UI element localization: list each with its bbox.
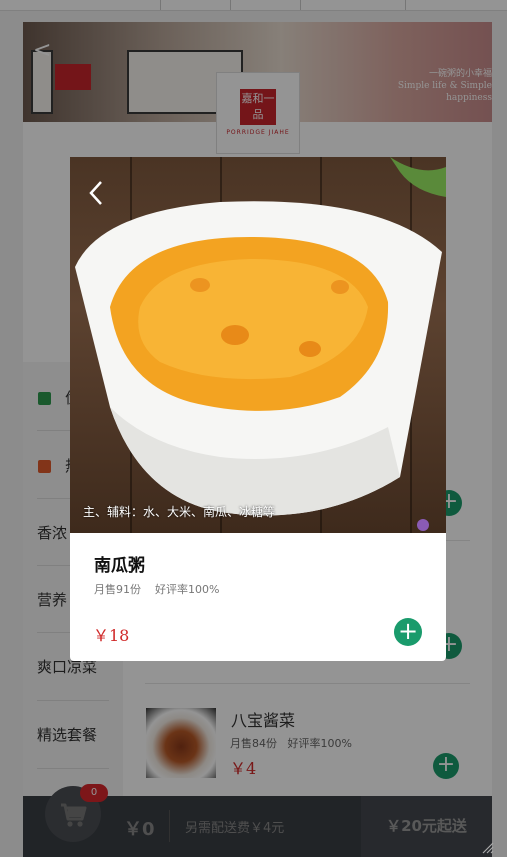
popup-dish-rating: 好评率100% [155, 583, 220, 596]
popup-add-to-cart-button[interactable]: + [394, 618, 422, 646]
popup-dish-price: ￥18 [93, 626, 130, 645]
popup-dish-stats: 月售91份 好评率100% [94, 581, 219, 597]
popup-back-icon[interactable] [87, 179, 107, 207]
popup-dish-name: 南瓜粥 [94, 556, 145, 576]
dish-photo: 主、辅料：水、大米、南瓜、冰糖等 [70, 157, 446, 533]
dish-detail-popup: 主、辅料：水、大米、南瓜、冰糖等 南瓜粥 月售91份 好评率100% ￥18 + [70, 157, 446, 661]
dish-ingredients: 主、辅料：水、大米、南瓜、冰糖等 [83, 505, 276, 519]
resize-handle-icon[interactable] [480, 840, 494, 854]
popup-dish-sales: 月售91份 [94, 583, 141, 596]
porridge-bowl-image [75, 157, 446, 531]
